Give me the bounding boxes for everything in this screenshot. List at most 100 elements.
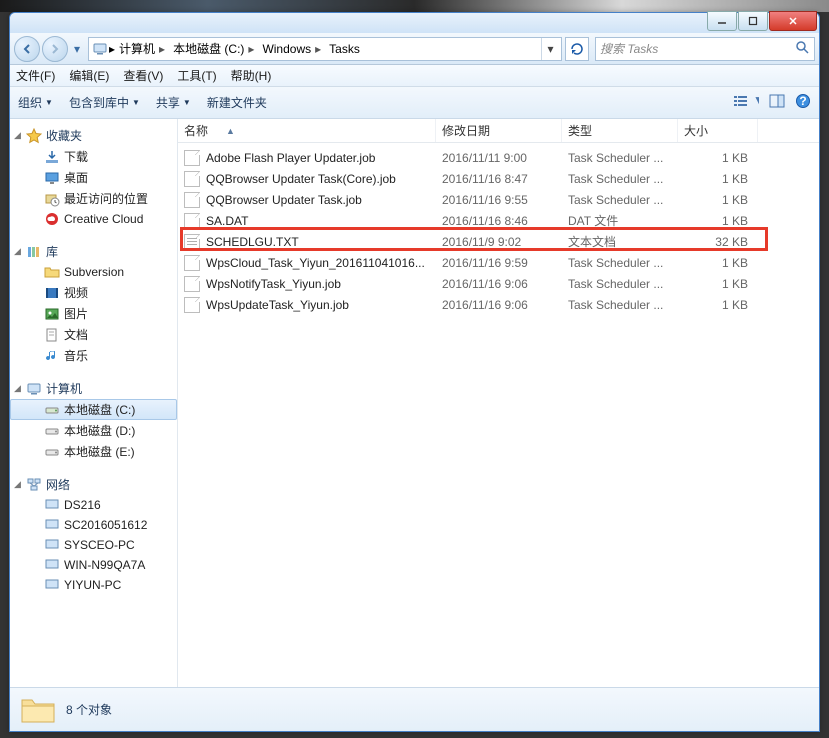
- breadcrumb[interactable]: ▸ 计算机▸ 本地磁盘 (C:)▸ Windows▸ Tasks ▾: [88, 37, 562, 61]
- breadcrumb-segment[interactable]: Windows▸: [258, 38, 325, 60]
- file-type: DAT 文件: [562, 212, 678, 229]
- file-row[interactable]: QQBrowser Updater Task(Core).job2016/11/…: [178, 168, 819, 189]
- maximize-button[interactable]: [738, 11, 768, 31]
- sidebar-item-documents[interactable]: 文档: [10, 324, 177, 345]
- file-row[interactable]: WpsCloud_Task_Yiyun_201611041016...2016/…: [178, 252, 819, 273]
- favorites-header[interactable]: ◢收藏夹: [10, 125, 177, 146]
- navigation-pane[interactable]: ◢收藏夹 下载 桌面 最近访问的位置 Creative Cloud ◢库 Sub…: [10, 119, 178, 687]
- file-type: Task Scheduler ...: [562, 298, 678, 312]
- column-type[interactable]: 类型: [562, 119, 678, 142]
- sidebar-item-creative-cloud[interactable]: Creative Cloud: [10, 209, 177, 229]
- navigation-bar: ▾ ▸ 计算机▸ 本地磁盘 (C:)▸ Windows▸ Tasks ▾ 搜索 …: [10, 33, 819, 65]
- sort-asc-icon: ▲: [226, 126, 235, 136]
- file-row[interactable]: WpsUpdateTask_Yiyun.job2016/11/16 9:06Ta…: [178, 294, 819, 315]
- file-row[interactable]: Adobe Flash Player Updater.job2016/11/11…: [178, 147, 819, 168]
- back-button[interactable]: [14, 36, 40, 62]
- sidebar-item-drive-e[interactable]: 本地磁盘 (E:): [10, 441, 177, 462]
- minimize-button[interactable]: [707, 11, 737, 31]
- libraries-icon: [26, 244, 42, 260]
- menu-view[interactable]: 查看(V): [123, 67, 163, 84]
- file-row[interactable]: SCHEDLGU.TXT2016/11/9 9:02文本文档32 KB: [178, 231, 819, 252]
- forward-button[interactable]: [42, 36, 68, 62]
- file-size: 1 KB: [678, 193, 758, 207]
- path-dropdown[interactable]: ▾: [541, 38, 559, 60]
- breadcrumb-segment[interactable]: 本地磁盘 (C:)▸: [169, 38, 258, 60]
- pictures-icon: [44, 306, 60, 322]
- explorer-window: ▾ ▸ 计算机▸ 本地磁盘 (C:)▸ Windows▸ Tasks ▾ 搜索 …: [9, 12, 820, 732]
- organize-button[interactable]: 组织▼: [18, 94, 53, 111]
- sidebar-item-videos[interactable]: 视频: [10, 282, 177, 303]
- sidebar-item-desktop[interactable]: 桌面: [10, 167, 177, 188]
- toolbar: 组织▼ 包含到库中▼ 共享▼ 新建文件夹 ▼ ?: [10, 87, 819, 119]
- file-size: 1 KB: [678, 172, 758, 186]
- computer-header[interactable]: ◢计算机: [10, 378, 177, 399]
- computer-icon: [91, 41, 109, 57]
- computer-icon: [44, 577, 60, 593]
- sidebar-item-network-host[interactable]: DS216: [10, 495, 177, 515]
- network-header[interactable]: ◢网络: [10, 474, 177, 495]
- file-name: SA.DAT: [206, 214, 248, 228]
- history-dropdown[interactable]: ▾: [70, 42, 84, 56]
- file-date: 2016/11/16 9:06: [436, 298, 562, 312]
- file-row[interactable]: QQBrowser Updater Task.job2016/11/16 9:5…: [178, 189, 819, 210]
- network-icon: [26, 477, 42, 493]
- file-icon: [184, 213, 200, 229]
- file-list[interactable]: Adobe Flash Player Updater.job2016/11/11…: [178, 143, 819, 687]
- file-size: 1 KB: [678, 214, 758, 228]
- menu-edit[interactable]: 编辑(E): [69, 67, 109, 84]
- titlebar[interactable]: [10, 13, 819, 33]
- sidebar-item-drive-c[interactable]: 本地磁盘 (C:): [10, 399, 177, 420]
- file-type: Task Scheduler ...: [562, 256, 678, 270]
- sidebar-item-subversion[interactable]: Subversion: [10, 262, 177, 282]
- include-button[interactable]: 包含到库中▼: [69, 94, 140, 111]
- computer-icon: [44, 537, 60, 553]
- preview-pane-button[interactable]: [769, 93, 785, 112]
- file-date: 2016/11/16 9:06: [436, 277, 562, 291]
- documents-icon: [44, 327, 60, 343]
- file-size: 1 KB: [678, 151, 758, 165]
- sidebar-item-pictures[interactable]: 图片: [10, 303, 177, 324]
- file-row[interactable]: SA.DAT2016/11/16 8:46DAT 文件1 KB: [178, 210, 819, 231]
- video-icon: [44, 285, 60, 301]
- sidebar-item-network-host[interactable]: YIYUN-PC: [10, 575, 177, 595]
- file-date: 2016/11/16 9:59: [436, 256, 562, 270]
- menu-file[interactable]: 文件(F): [16, 67, 55, 84]
- file-date: 2016/11/11 9:00: [436, 151, 562, 165]
- column-name[interactable]: 名称▲: [178, 119, 436, 142]
- refresh-button[interactable]: [565, 37, 589, 61]
- view-mode-button[interactable]: ▼: [733, 94, 759, 111]
- share-button[interactable]: 共享▼: [156, 94, 191, 111]
- file-row[interactable]: WpsNotifyTask_Yiyun.job2016/11/16 9:06Ta…: [178, 273, 819, 294]
- sidebar-item-downloads[interactable]: 下载: [10, 146, 177, 167]
- file-list-pane: 名称▲ 修改日期 类型 大小 Adobe Flash Player Update…: [178, 119, 819, 687]
- help-button[interactable]: ?: [795, 93, 811, 112]
- star-icon: [26, 128, 42, 144]
- folder-icon: [20, 694, 56, 726]
- file-type: 文本文档: [562, 233, 678, 250]
- search-icon: [794, 39, 810, 58]
- close-button[interactable]: [769, 11, 817, 31]
- sidebar-item-recent[interactable]: 最近访问的位置: [10, 188, 177, 209]
- column-date[interactable]: 修改日期: [436, 119, 562, 142]
- sidebar-item-network-host[interactable]: SC2016051612: [10, 515, 177, 535]
- computer-icon: [44, 557, 60, 573]
- file-type: Task Scheduler ...: [562, 277, 678, 291]
- file-icon: [184, 255, 200, 271]
- sidebar-item-network-host[interactable]: SYSCEO-PC: [10, 535, 177, 555]
- sidebar-item-music[interactable]: 音乐: [10, 345, 177, 366]
- file-icon: [184, 150, 200, 166]
- libraries-header[interactable]: ◢库: [10, 241, 177, 262]
- folder-icon: [44, 264, 60, 280]
- menu-help[interactable]: 帮助(H): [231, 67, 272, 84]
- recent-icon: [44, 191, 60, 207]
- sidebar-item-network-host[interactable]: WIN-N99QA7A: [10, 555, 177, 575]
- newfolder-button[interactable]: 新建文件夹: [207, 94, 267, 111]
- breadcrumb-segment[interactable]: 计算机▸: [115, 38, 169, 60]
- search-input[interactable]: 搜索 Tasks: [595, 37, 815, 61]
- breadcrumb-segment[interactable]: Tasks: [325, 38, 364, 60]
- drive-icon: [44, 444, 60, 460]
- sidebar-item-drive-d[interactable]: 本地磁盘 (D:): [10, 420, 177, 441]
- music-icon: [44, 348, 60, 364]
- menu-tools[interactable]: 工具(T): [177, 67, 216, 84]
- column-size[interactable]: 大小: [678, 119, 758, 142]
